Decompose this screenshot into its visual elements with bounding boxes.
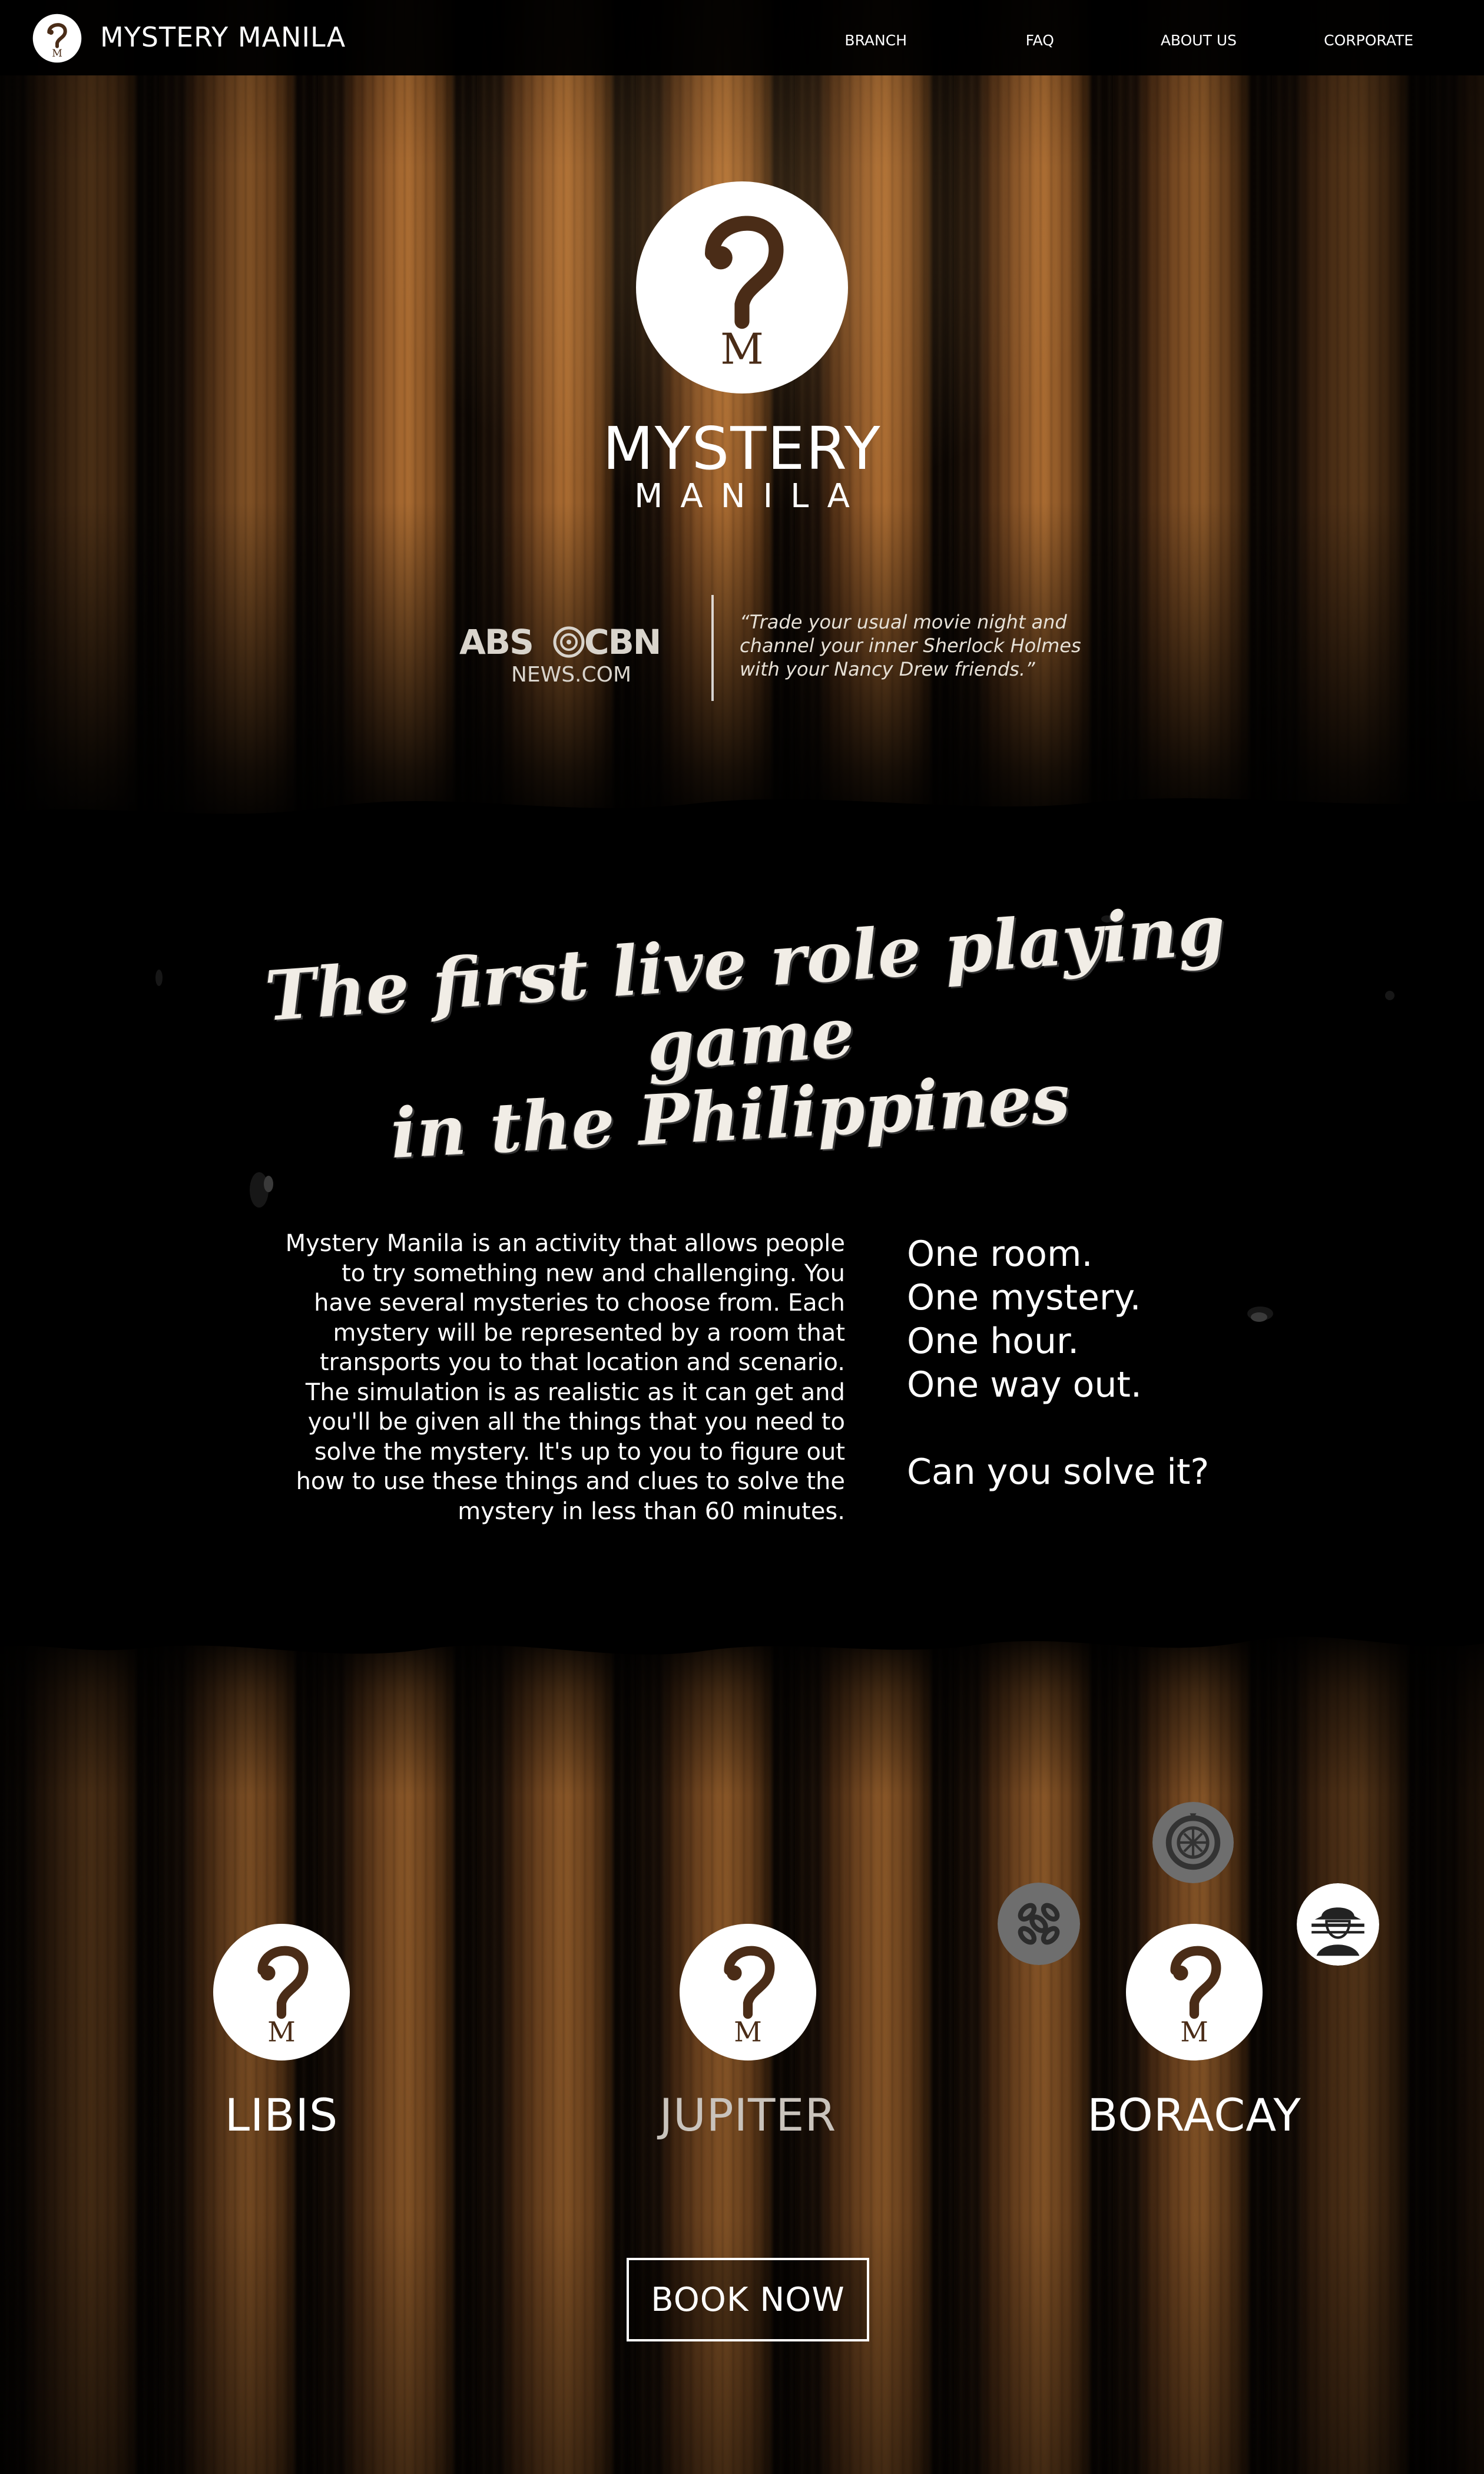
branch-jupiter[interactable]: M JUPITER [660,1924,836,2141]
compass-icon[interactable] [1152,1802,1234,1883]
svg-text:M: M [1180,2016,1208,2048]
svg-text:ABS: ABS [459,622,533,662]
slogan-line: One room. [907,1233,1093,1275]
slogan-line: One mystery. [907,1277,1141,1318]
hero-logo-icon: M [636,181,848,393]
slogan-line: One hour. [907,1321,1079,1362]
branch-logo-icon: M [680,1924,816,2060]
mystery-manila-logo-icon[interactable]: M [32,13,82,64]
hero-title: MYSTERY [602,414,882,483]
slogan-line: One way out. [907,1364,1142,1405]
slogan-block: One room. One mystery. One hour. One way… [907,1232,1237,1494]
book-now-button[interactable]: BOOK NOW [627,2258,869,2341]
branch-label-libis[interactable]: LIBIS [95,2089,468,2141]
abs-cbn-news-logo: ABS CBN NEWS.COM [459,622,661,686]
svg-text:M: M [267,2016,296,2048]
press-quote-text: “Trade your usual movie night and channe… [740,611,1081,680]
detective-icon[interactable] [1297,1883,1379,1966]
nav-link-branch[interactable]: BRANCH [844,32,907,49]
branch-label-jupiter[interactable]: JUPITER [562,2089,934,2141]
slogan-question: Can you solve it? [907,1451,1210,1493]
about-description: Mystery Manila is an activity that allow… [285,1230,845,1525]
press-divider [711,595,714,701]
press-quote-block: ABS CBN NEWS.COM “Trade your usual movie… [459,595,1119,707]
svg-text:M: M [734,2016,762,2048]
tagline: The first live role playing game in the … [247,889,1248,1174]
svg-text:CBN: CBN [584,622,660,662]
branch-libis[interactable]: M LIBIS [213,1924,350,2141]
svg-text:M: M [52,48,62,59]
branch-label-boracay[interactable]: BORACAY [1008,2089,1380,2141]
press-outlet-sub: NEWS.COM [511,663,631,686]
chains-icon[interactable] [998,1883,1080,1965]
nav-link-about-us[interactable]: ABOUT US [1161,32,1237,49]
nav-link-corporate[interactable]: CORPORATE [1324,32,1413,49]
top-navbar: M MYSTERY MANILA BRANCH FAQ ABOUT US COR… [0,0,1484,75]
nav-brand-name[interactable]: MYSTERY MANILA [100,21,346,53]
branch-boracay[interactable]: M BORACAY [1087,1924,1301,2141]
hero-subtitle: MANILA [634,477,867,515]
branch-logo-icon: M [1126,1924,1263,2060]
branch-logo-icon: M [213,1924,350,2060]
svg-text:M: M [720,325,764,374]
nav-link-faq[interactable]: FAQ [1026,32,1054,49]
nav-links: BRANCH FAQ ABOUT US CORPORATE [844,32,1413,55]
